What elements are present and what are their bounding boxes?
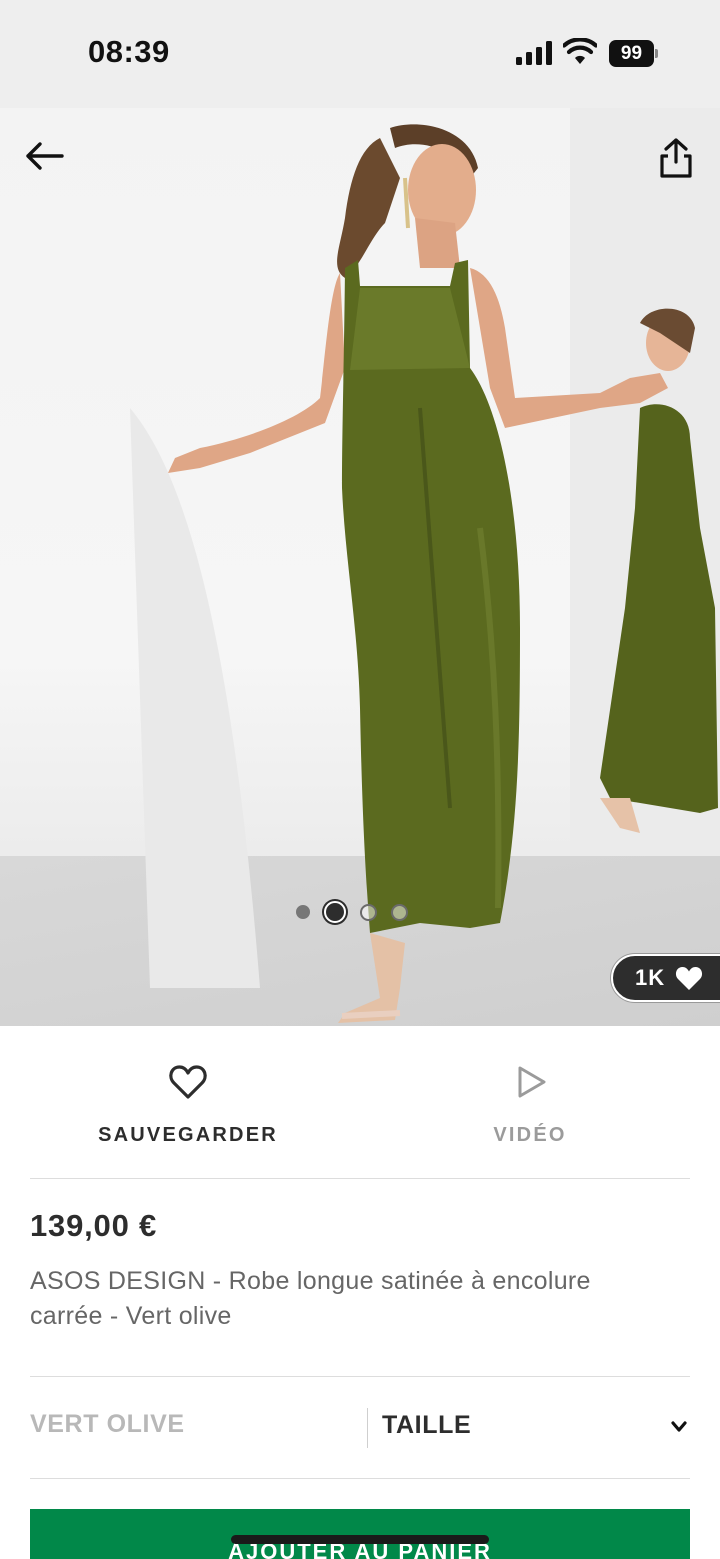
action-row: SAUVEGARDER VIDÉO [0,1026,720,1178]
battery-level: 99 [609,40,654,67]
carousel-dot-active[interactable] [324,901,346,923]
carousel-dot[interactable] [360,903,377,921]
likes-count: 1K [635,965,666,990]
battery-icon: 99 [609,40,658,67]
product-title: ASOS DESIGN - Robe longue satinée à enco… [30,1267,591,1330]
carousel-dot[interactable] [296,905,310,919]
carousel-dot[interactable] [391,903,408,921]
product-image[interactable]: 1K [0,108,720,1026]
status-bar: 08:39 99 [0,0,720,108]
play-icon [518,1066,546,1098]
divider [30,1376,690,1377]
home-indicator [231,1535,489,1544]
add-to-bag-button[interactable]: AJOUTER AU PANIER [30,1509,690,1559]
size-label: TAILLE [382,1411,472,1439]
size-dropdown[interactable]: TAILLE [368,1392,690,1464]
divider [30,1178,690,1179]
likes-badge[interactable]: 1K [611,954,720,1002]
status-time: 08:39 [88,34,170,69]
colour-value: VERT OLIVE [30,1410,185,1438]
model-photo [130,124,718,1023]
save-label: SAUVEGARDER [98,1124,278,1146]
share-icon[interactable] [654,136,698,180]
signal-icon [516,41,552,65]
wifi-icon [563,38,597,64]
video-button[interactable]: VIDÉO [380,1026,680,1178]
divider [30,1478,690,1479]
save-button[interactable]: SAUVEGARDER [38,1026,338,1178]
carousel-dots [296,900,408,924]
heart-icon [676,967,703,990]
video-label: VIDÉO [493,1124,567,1146]
back-arrow-icon[interactable] [22,138,68,174]
product-price: 139,00 € [30,1208,158,1243]
heart-outline-icon [169,1065,207,1099]
chevron-down-icon [671,1421,687,1432]
